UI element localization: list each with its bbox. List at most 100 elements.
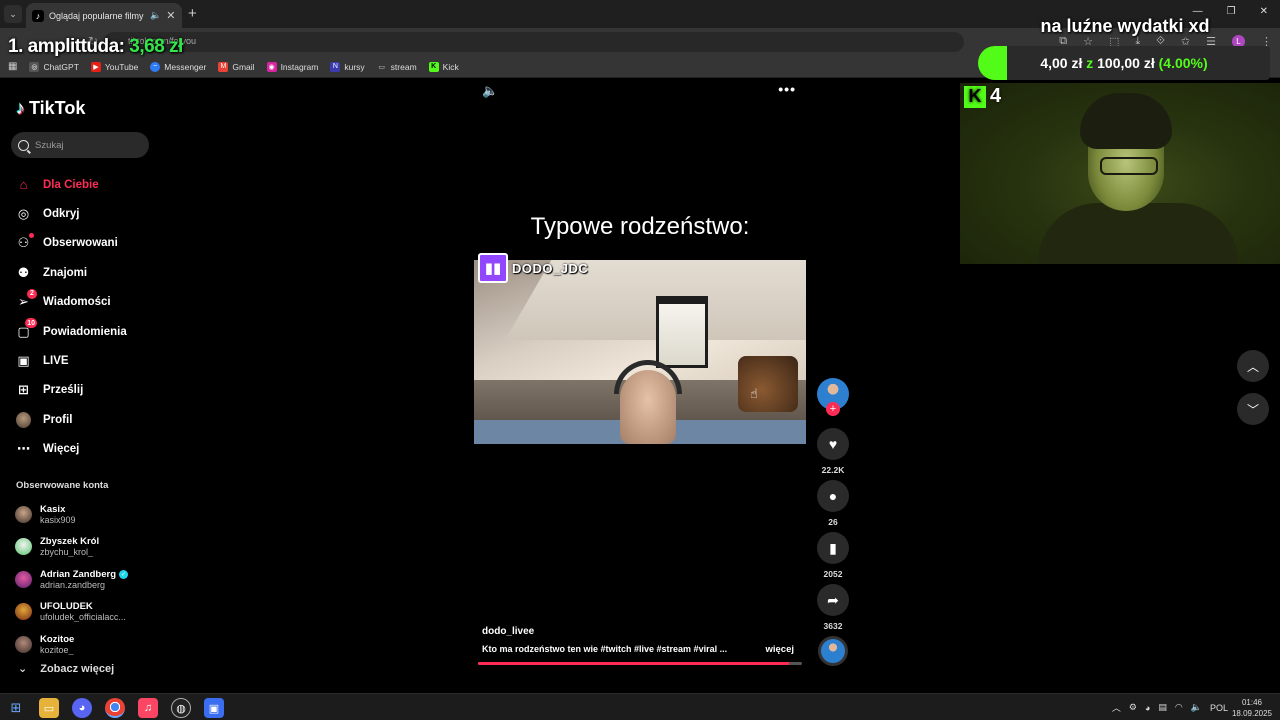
sidebar-item-explore[interactable]: ◎ Odkryj bbox=[16, 199, 156, 228]
notifications-badge: 10 bbox=[25, 318, 37, 329]
chevron-down-icon: ﹀ bbox=[1246, 402, 1259, 417]
save-count: 2052 bbox=[823, 569, 843, 579]
avatar bbox=[15, 570, 32, 588]
search-icon bbox=[18, 139, 29, 151]
music-app-icon[interactable]: ♫ bbox=[138, 698, 158, 718]
webcam-hair bbox=[1080, 93, 1172, 149]
sidebar-item-live[interactable]: ▣ LIVE bbox=[16, 346, 156, 375]
sidebar-nav: ⌂ Dla Ciebie ◎ Odkryj ⚇ Obserwowani ⚉ Zn… bbox=[16, 170, 156, 464]
heart-icon[interactable]: ♥ bbox=[817, 428, 849, 460]
compass-icon: ◎ bbox=[17, 206, 30, 222]
obs-icon[interactable]: ◍ bbox=[171, 698, 191, 718]
video-author[interactable]: dodo_livee bbox=[482, 626, 534, 637]
bookmark-gmail[interactable]: M Gmail bbox=[218, 61, 255, 72]
wifi-icon[interactable]: ◠ bbox=[1175, 702, 1183, 713]
home-icon: ⌂ bbox=[19, 177, 28, 193]
video-progress-bar[interactable] bbox=[478, 662, 802, 665]
sidebar-item-friends[interactable]: ⚉ Znajomi bbox=[16, 258, 156, 287]
sidebar-item-messages[interactable]: ➢ 2 Wiadomości bbox=[16, 288, 156, 317]
discord-tray-icon[interactable]: ◕ bbox=[1145, 703, 1150, 713]
close-icon[interactable]: ✕ bbox=[166, 9, 175, 22]
address-bar[interactable]: tiktok.com/foryou bbox=[104, 32, 964, 52]
share-action[interactable]: ➦ 3632 bbox=[816, 584, 850, 631]
save-action[interactable]: ▮ 2052 bbox=[816, 532, 850, 579]
twitch-watermark: ▮▮ DODO_JDC bbox=[478, 253, 588, 283]
instagram-icon: ◉ bbox=[266, 61, 277, 72]
more-options-icon[interactable]: ••• bbox=[778, 81, 796, 97]
tab-title: Oglądaj popularne filmy | TikTok bbox=[49, 10, 145, 21]
bookmark-kursy[interactable]: Nkursy bbox=[330, 61, 365, 72]
network-icon[interactable]: ▤ bbox=[1158, 702, 1167, 713]
windows-start-icon[interactable]: ⊞ bbox=[6, 698, 26, 718]
upload-plus-icon: ⊞ bbox=[18, 382, 29, 398]
like-action[interactable]: ♥ 22.2K bbox=[816, 428, 850, 475]
chevron-up-icon: ︿ bbox=[1246, 359, 1259, 374]
apps-grid-icon[interactable]: ▦ bbox=[8, 61, 17, 72]
chevron-up-icon[interactable]: ︿ bbox=[1112, 701, 1121, 714]
file-explorer-icon[interactable]: ▭ bbox=[39, 698, 59, 718]
paper-plane-icon: ➢ 2 bbox=[16, 288, 37, 310]
list-item[interactable]: Kasix kasix909 bbox=[15, 498, 155, 531]
language-indicator[interactable]: POL bbox=[1210, 703, 1228, 713]
comment-action[interactable]: ● 26 bbox=[816, 480, 850, 527]
clock-time: 01:46 bbox=[1241, 698, 1262, 707]
sidebar-item-more[interactable]: ⋯ Więcej bbox=[16, 435, 156, 464]
bookmark-messenger[interactable]: ~ Messenger bbox=[150, 61, 206, 72]
kick-logo-icon: K bbox=[964, 85, 986, 108]
mouse-pointer-icon: ☝ bbox=[750, 386, 758, 401]
twitch-logo-icon: ▮▮ bbox=[478, 253, 508, 283]
tray-app-icon[interactable]: ⚙ bbox=[1129, 702, 1137, 713]
bookmark-stream[interactable]: ▭ stream bbox=[377, 62, 416, 72]
bookmark-chatgpt[interactable]: ◎ ChatGPT bbox=[29, 61, 79, 72]
volume-tray-icon[interactable]: 🔈 bbox=[1191, 702, 1202, 713]
app-icon[interactable]: ▣ bbox=[204, 698, 224, 718]
sidebar-item-upload[interactable]: ⊞ Prześlij bbox=[16, 376, 156, 405]
notion-icon: N bbox=[330, 61, 341, 72]
discord-icon[interactable]: ◕ bbox=[72, 698, 92, 718]
kick-icon: K bbox=[428, 61, 439, 72]
tiktok-logo[interactable]: ♪ TikTok bbox=[16, 98, 85, 119]
video-player[interactable]: 🔈 ••• Typowe rodzeństwo: ▮▮ DODO_JDC ☝ d… bbox=[474, 81, 806, 667]
description-more-link[interactable]: więcej bbox=[765, 644, 794, 655]
more-dots-icon: ⋯ bbox=[17, 441, 30, 457]
see-more-button[interactable]: ⌄ Zobacz więcej bbox=[18, 662, 114, 676]
avatar bbox=[15, 505, 32, 523]
volume-icon[interactable]: 🔈 bbox=[482, 83, 498, 99]
list-item[interactable]: Zbyszek Król zbychu_krol_ bbox=[15, 531, 155, 564]
tiktok-favicon-icon: ♪ bbox=[32, 9, 44, 22]
share-arrow-icon[interactable]: ➦ bbox=[817, 584, 849, 616]
music-disc-avatar[interactable] bbox=[818, 636, 848, 666]
comment-count: 26 bbox=[828, 517, 838, 527]
webcam-glasses bbox=[1100, 157, 1158, 175]
list-item[interactable]: UFOLUDEK ufoludek_officialacc... bbox=[15, 596, 155, 629]
sidebar-item-notifications[interactable]: ▢ 10 Powiadomienia bbox=[16, 317, 156, 346]
browser-tab[interactable]: ♪ Oglądaj popularne filmy | TikTok 🔈 ✕ bbox=[26, 3, 182, 28]
search-input[interactable] bbox=[35, 139, 135, 151]
donation-progress-bar: 4,00 zł z 100,00 zł (4.00%) bbox=[978, 46, 1270, 80]
avatar bbox=[15, 603, 32, 621]
chrome-icon[interactable] bbox=[105, 698, 125, 718]
list-item[interactable]: Adrian Zandberg ✓ adrian.zandberg bbox=[15, 563, 155, 596]
comment-icon[interactable]: ● bbox=[817, 480, 849, 512]
bookmark-kick[interactable]: K Kick bbox=[428, 61, 459, 72]
twitch-channel-name: DODO_JDC bbox=[512, 260, 589, 276]
list-item[interactable]: Kozitoe kozitoe_ bbox=[15, 628, 155, 661]
previous-video-button[interactable]: ︿ bbox=[1237, 350, 1269, 382]
sidebar-item-profile[interactable]: Profil bbox=[16, 405, 156, 434]
messages-badge: 2 bbox=[27, 288, 37, 299]
bookmark-instagram[interactable]: ◉ Instagram bbox=[266, 61, 318, 72]
next-video-button[interactable]: ﹀ bbox=[1237, 393, 1269, 425]
tab-search-button[interactable]: ⌄ bbox=[4, 5, 22, 23]
follow-plus-icon[interactable]: + bbox=[826, 402, 840, 416]
sidebar-item-for-you[interactable]: ⌂ Dla Ciebie bbox=[16, 170, 156, 199]
bookmark-icon[interactable]: ▮ bbox=[817, 532, 849, 564]
taskbar-apps: ⊞ ▭ ◕ ♫ ◍ ▣ bbox=[6, 698, 224, 718]
sidebar-item-following[interactable]: ⚇ Obserwowani bbox=[16, 229, 156, 258]
profile-icon bbox=[16, 411, 31, 428]
speaker-icon[interactable]: 🔈 bbox=[150, 10, 161, 21]
new-tab-button[interactable]: + bbox=[188, 5, 197, 22]
taskbar-clock[interactable]: 01:46 18.09.2025 bbox=[1232, 697, 1272, 719]
system-tray: ︿ ⚙ ◕ ▤ ◠ 🔈 POL bbox=[1112, 701, 1228, 714]
kick-counter: K 4 bbox=[964, 85, 1001, 108]
bookmark-youtube[interactable]: ▶ YouTube bbox=[90, 61, 138, 72]
